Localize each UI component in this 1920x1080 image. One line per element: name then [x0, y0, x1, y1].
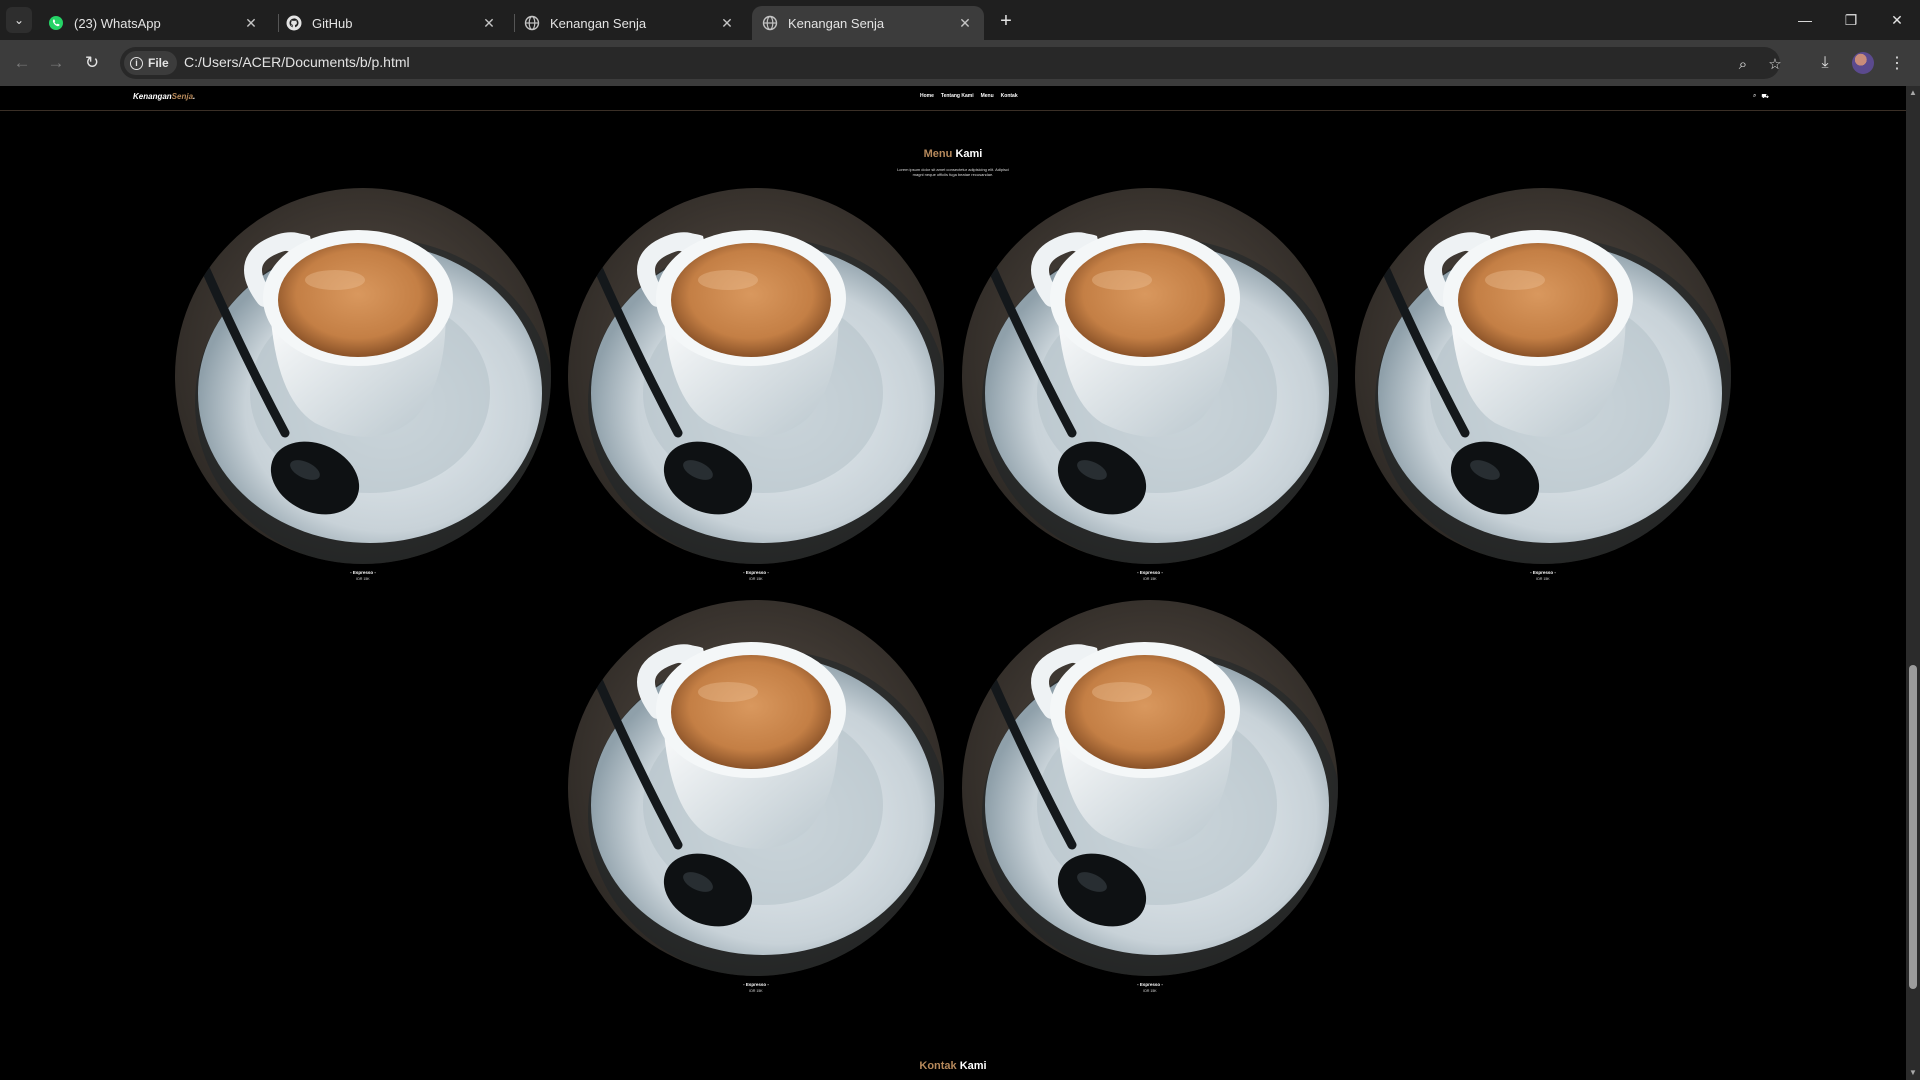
minimize-icon: —	[1798, 12, 1812, 28]
info-icon: i	[130, 56, 143, 70]
arrow-left-icon: ←	[13, 53, 31, 72]
menu-card[interactable]: - Espresso - IDR 15K	[175, 188, 551, 581]
menu-card[interactable]: - Espresso - IDR 15K	[962, 188, 1338, 581]
new-tab-button[interactable]: +	[993, 8, 1019, 34]
tab-github[interactable]: GitHub ✕	[276, 6, 508, 40]
reload-icon: ↻	[84, 53, 100, 72]
menu-section-title: Menu Kami	[0, 148, 1906, 160]
espresso-image	[568, 600, 944, 976]
tab-kenangan-senja-active[interactable]: Kenangan Senja ✕	[752, 6, 984, 40]
menu-card[interactable]: - Espresso - IDR 15K	[568, 188, 944, 581]
tab-search-button[interactable]: ⌄	[6, 7, 32, 33]
tab-title: GitHub	[312, 15, 353, 31]
scroll-up-arrow-icon[interactable]: ▲	[1908, 88, 1918, 98]
espresso-image	[962, 600, 1338, 976]
back-button[interactable]: ←	[8, 49, 36, 77]
whatsapp-icon	[48, 15, 64, 31]
tab-bar: ⌄ (23) WhatsApp ✕ GitHub ✕ Kenangan Senj…	[0, 0, 1920, 40]
logo-main: Kenangan	[133, 92, 172, 101]
contact-title-accent: Kontak	[919, 1060, 957, 1072]
espresso-image	[1355, 188, 1731, 564]
reload-button[interactable]: ↻	[78, 49, 106, 77]
minimize-button[interactable]: —	[1782, 0, 1828, 40]
more-menu-icon[interactable]: ⋮	[1883, 49, 1911, 77]
tab-whatsapp[interactable]: (23) WhatsApp ✕	[38, 6, 270, 40]
nav-link-kontak[interactable]: Kontak	[1001, 93, 1018, 99]
chip-label: File	[148, 56, 169, 70]
page-scrollbar[interactable]: ▲ ▼	[1906, 86, 1920, 1080]
forward-button[interactable]: →	[42, 49, 70, 77]
zoom-icon[interactable]: ⌕	[1732, 53, 1754, 75]
bookmark-star-icon[interactable]: ☆	[1764, 53, 1786, 75]
nav-link-home[interactable]: Home	[920, 93, 934, 99]
tab-kenangan-senja-1[interactable]: Kenangan Senja ✕	[514, 6, 746, 40]
close-icon[interactable]: ✕	[718, 14, 736, 32]
page-viewport: KenanganSenja. Home Tentang Kami Menu Ko…	[0, 86, 1906, 1080]
menu-card[interactable]: - Espresso - IDR 15K	[962, 600, 1338, 993]
contact-section-title: Kontak Kami	[0, 1060, 1906, 1072]
scroll-down-arrow-icon[interactable]: ▼	[1908, 1068, 1918, 1078]
nav-icons: ⌕ ⛟	[1753, 93, 1769, 101]
search-icon[interactable]: ⌕	[1753, 93, 1756, 101]
menu-card-price: IDR 15K	[1143, 989, 1157, 993]
nav-links: Home Tentang Kami Menu Kontak	[920, 93, 1018, 99]
url-text[interactable]: C:/Users/ACER/Documents/b/p.html	[184, 54, 410, 70]
close-icon: ✕	[1891, 11, 1903, 28]
espresso-image	[962, 188, 1338, 564]
menu-card-price: IDR 15K	[1536, 577, 1550, 581]
profile-avatar[interactable]	[1852, 52, 1874, 74]
menu-card-name: - Espresso -	[1137, 570, 1163, 575]
menu-card-price: IDR 15K	[356, 577, 370, 581]
contact-title-main: Kami	[959, 1060, 987, 1072]
globe-icon	[524, 15, 540, 31]
espresso-image	[568, 188, 944, 564]
github-icon	[286, 15, 302, 31]
site-info-chip[interactable]: i File	[124, 51, 177, 75]
nav-link-tentang-kami[interactable]: Tentang Kami	[941, 93, 974, 99]
menu-title-accent: Menu	[923, 148, 953, 160]
scrollbar-thumb[interactable]	[1909, 665, 1917, 989]
menu-card-name: - Espresso -	[350, 570, 376, 575]
restore-button[interactable]: ❐	[1828, 0, 1874, 40]
logo-dot: .	[193, 92, 196, 101]
close-window-button[interactable]: ✕	[1874, 0, 1920, 40]
download-icon[interactable]: ⤓	[1811, 49, 1839, 77]
menu-card-name: - Espresso -	[1137, 982, 1163, 987]
arrow-right-icon: →	[47, 53, 65, 72]
tab-title: Kenangan Senja	[788, 15, 885, 31]
plus-icon: +	[1000, 9, 1012, 32]
globe-icon	[762, 15, 778, 31]
menu-title-main: Kami	[955, 148, 983, 160]
site-navbar: KenanganSenja. Home Tentang Kami Menu Ko…	[0, 86, 1906, 111]
chevron-down-icon: ⌄	[13, 13, 25, 27]
menu-card-price: IDR 15K	[749, 577, 763, 581]
logo-accent: Senja	[171, 92, 194, 101]
menu-section-description: Lorem ipsum dolor sit amet consectetur a…	[897, 167, 1009, 177]
nav-link-menu[interactable]: Menu	[981, 93, 994, 99]
close-icon[interactable]: ✕	[480, 14, 498, 32]
espresso-image	[175, 188, 551, 564]
menu-card-price: IDR 15K	[1143, 577, 1157, 581]
tab-title: (23) WhatsApp	[74, 15, 161, 31]
site-logo[interactable]: KenanganSenja.	[133, 92, 195, 101]
shopping-cart-icon[interactable]: ⛟	[1761, 93, 1769, 101]
address-bar[interactable]: i File C:/Users/ACER/Documents/b/p.html …	[120, 47, 1782, 79]
restore-icon: ❐	[1844, 11, 1858, 28]
browser-toolbar: ← → ↻ i File C:/Users/ACER/Documents/b/p…	[0, 40, 1920, 86]
menu-card[interactable]: - Espresso - IDR 15K	[568, 600, 944, 993]
menu-card-name: - Espresso -	[743, 982, 769, 987]
close-icon[interactable]: ✕	[956, 14, 974, 32]
menu-card-name: - Espresso -	[1530, 570, 1556, 575]
menu-card-name: - Espresso -	[743, 570, 769, 575]
menu-card[interactable]: - Espresso - IDR 15K	[1355, 188, 1731, 581]
tab-title: Kenangan Senja	[550, 15, 647, 31]
menu-card-price: IDR 15K	[749, 989, 763, 993]
close-icon[interactable]: ✕	[242, 14, 260, 32]
